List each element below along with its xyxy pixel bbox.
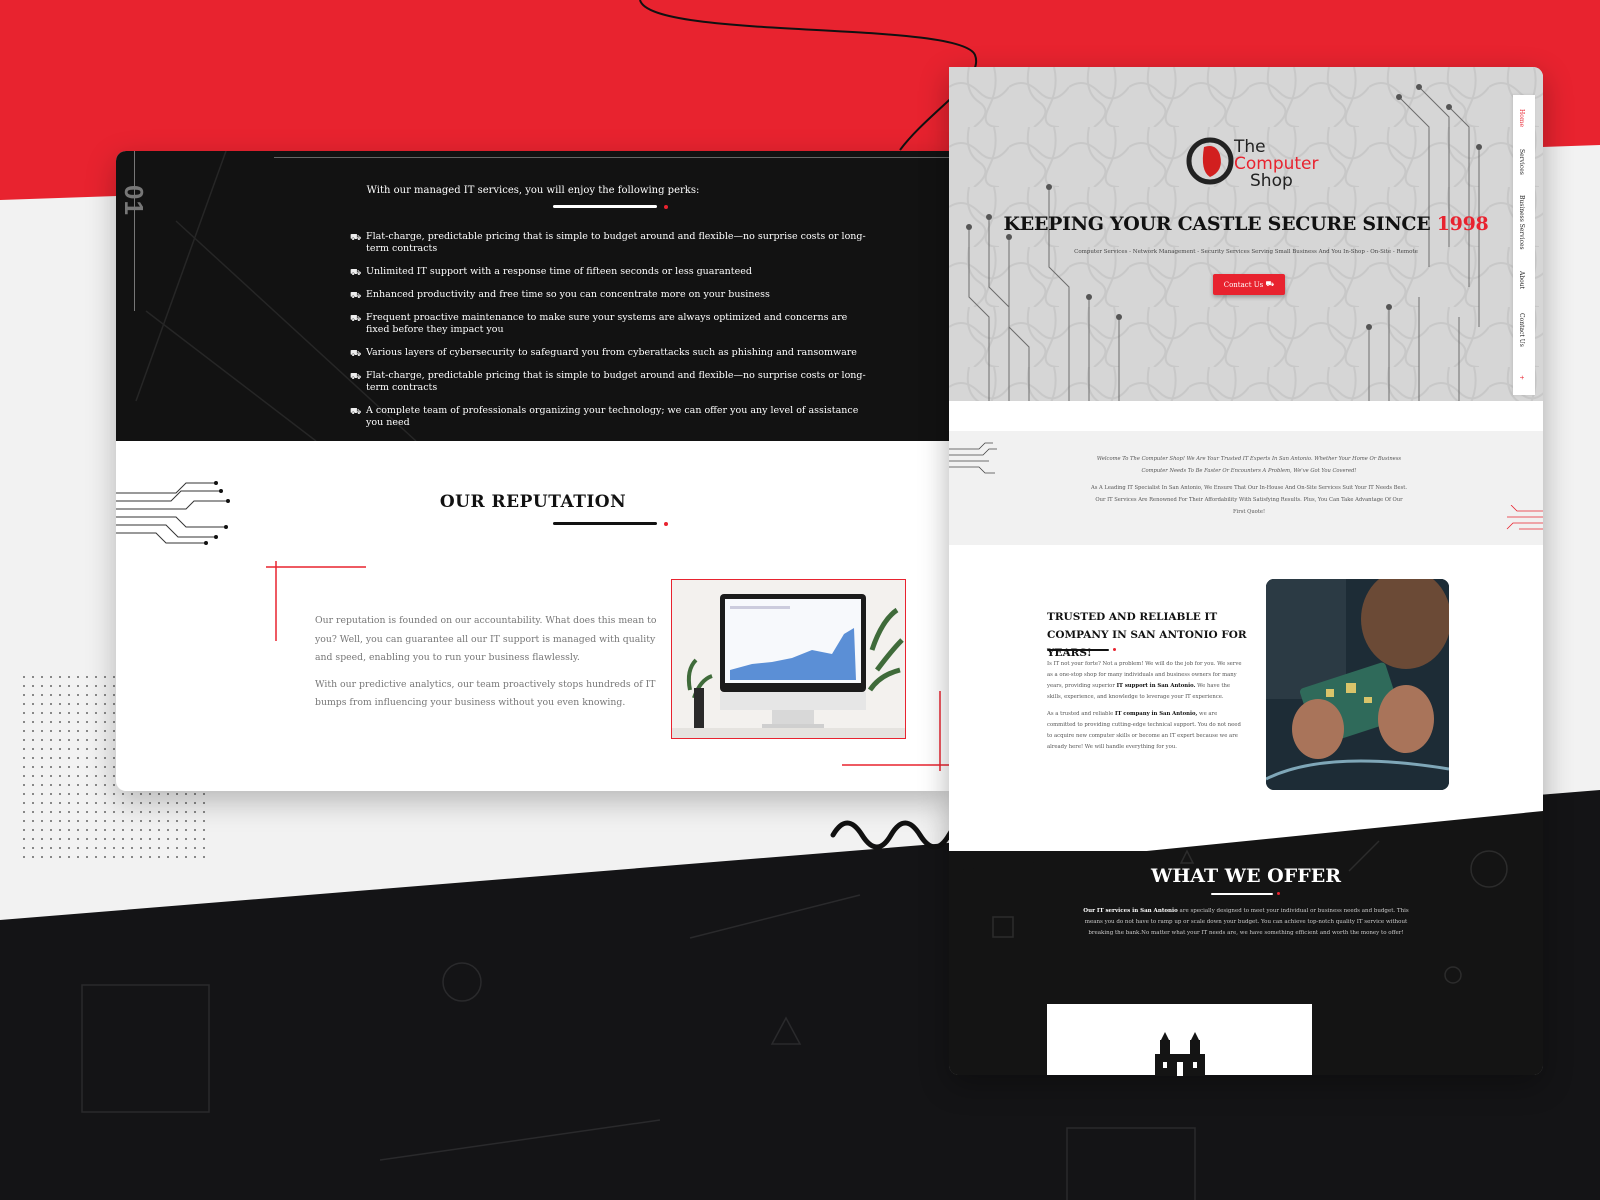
brand-name-line: Shop — [1250, 171, 1293, 191]
trusted-heading: TRUSTED AND RELIABLE IT COMPANY IN SAN A… — [1047, 611, 1247, 659]
trusted-text: Is IT not your forte? Not a problem! We … — [1047, 659, 1245, 759]
hero-title: KEEPING YOUR CASTLE SECURE SINCE 1998 — [949, 213, 1543, 235]
offer-heading: WHAT WE OFFER — [1151, 865, 1341, 887]
welcome-section: Welcome To The Computer Shop! We Are You… — [949, 431, 1543, 545]
vertical-nav: Home Services Business Services About Co… — [1513, 95, 1535, 395]
perk-text: Frequent proactive maintenance to make s… — [366, 312, 848, 335]
list-item: ⛟ Unlimited IT support with a response ti… — [350, 266, 870, 278]
list-item: ⛟ Flat-charge, predictable pricing that i… — [350, 370, 870, 394]
hero-section: The Computer Shop KEEPING YOUR CASTLE SE… — [949, 67, 1543, 401]
perk-text: Flat-charge, predictable pricing that is… — [366, 370, 866, 393]
welcome-intro: Welcome To The Computer Shop! We Are You… — [1096, 456, 1402, 474]
castle-icon — [1155, 1032, 1205, 1076]
nav-item-home[interactable]: Home — [1518, 109, 1525, 127]
perk-text: A complete team of professionals organiz… — [366, 405, 859, 428]
hero-subtitle: Computer Services - Network Management -… — [1074, 249, 1418, 255]
perks-heading: With our managed IT services, you will e… — [366, 185, 700, 196]
hero-title-text: KEEPING YOUR CASTLE SECURE SINCE — [1003, 213, 1431, 235]
corner-bracket-decoration — [842, 691, 950, 771]
hero-title-year: 1998 — [1436, 213, 1489, 235]
nav-item-contact-us[interactable]: Contact Us — [1518, 313, 1525, 347]
technician-photo — [1266, 579, 1449, 790]
circuit-lines-decoration — [949, 442, 997, 474]
perk-text: Various layers of cybersecurity to safeg… — [366, 347, 857, 358]
car-icon: ⛟ — [350, 314, 362, 324]
circuit-lines-decoration — [1506, 505, 1543, 530]
offer-heading-underline — [1211, 893, 1273, 895]
nav-item-business-services[interactable]: Business Services — [1518, 195, 1525, 250]
reputation-text: Our reputation is founded on our account… — [315, 612, 659, 721]
perks-section: 01 With our managed IT services, you wil… — [116, 151, 950, 441]
right-page-preview: The Computer Shop KEEPING YOUR CASTLE SE… — [949, 67, 1543, 1075]
perks-list: ⛟ Flat-charge, predictable pricing that i… — [350, 231, 870, 440]
trusted-text-part: As a trusted and reliable — [1047, 711, 1115, 717]
car-icon: ⛟ — [350, 233, 362, 243]
list-item: ⛟ Various layers of cybersecurity to safe… — [350, 347, 870, 359]
nav-plus-icon: + — [1518, 375, 1525, 381]
underline-dot — [1113, 648, 1116, 651]
underline-dot — [1277, 892, 1280, 895]
car-icon: ⛟ — [1265, 280, 1275, 288]
perk-text: Flat-charge, predictable pricing that is… — [366, 231, 866, 254]
perk-text: Enhanced productivity and free time so y… — [366, 289, 770, 300]
trusted-paragraph: Is IT not your forte? Not a problem! We … — [1047, 659, 1245, 703]
circuit-board-repair-illustration — [1266, 579, 1449, 790]
car-icon: ⛟ — [350, 349, 362, 359]
list-item: ⛟ A complete team of professionals organi… — [350, 405, 870, 429]
perk-text: Unlimited IT support with a response tim… — [366, 266, 752, 277]
nav-item-services[interactable]: Services — [1518, 149, 1525, 175]
trusted-heading-underline — [1047, 649, 1109, 651]
car-icon: ⛟ — [350, 407, 362, 417]
section-number-line — [134, 151, 135, 311]
trusted-text-bold: IT company in San Antonio, — [1114, 711, 1198, 717]
top-rule — [274, 157, 950, 158]
left-page-preview: 01 With our managed IT services, you wil… — [116, 151, 950, 791]
trusted-paragraph: As a trusted and reliable IT company in … — [1047, 709, 1245, 753]
perks-heading-underline — [553, 205, 657, 208]
nav-item-about[interactable]: About — [1518, 271, 1525, 289]
castle-logo-icon — [1186, 137, 1234, 185]
offer-text: Our IT services in San Antonio are speci… — [1074, 906, 1418, 939]
list-item: ⛟ Enhanced productivity and free time so … — [350, 289, 870, 301]
brand-name: The Computer Shop — [1234, 139, 1319, 190]
contact-us-label: Contact Us — [1223, 280, 1264, 289]
car-icon: ⛟ — [350, 372, 362, 382]
contact-us-button[interactable]: Contact Us ⛟ — [1213, 274, 1285, 295]
reputation-paragraph: Our reputation is founded on our account… — [315, 615, 657, 663]
reputation-heading: OUR REPUTATION — [439, 492, 627, 512]
offer-text-bold: Our IT services in San Antonio — [1083, 908, 1178, 914]
underline-dot — [664, 522, 668, 526]
list-item: ⛟ Frequent proactive maintenance to make … — [350, 312, 870, 336]
underline-dot — [664, 205, 668, 209]
car-icon: ⛟ — [350, 291, 362, 301]
list-item: ⛟ Flat-charge, predictable pricing that i… — [350, 231, 870, 255]
car-icon: ⛟ — [350, 268, 362, 278]
welcome-text: As A Leading IT Specialist In San Antoni… — [1090, 485, 1408, 515]
trusted-text-bold: IT support in San Antonio. — [1116, 683, 1196, 689]
reputation-heading-underline — [553, 522, 657, 525]
service-card[interactable] — [1047, 1004, 1312, 1076]
reputation-paragraph: With our predictive analytics, our team … — [315, 678, 656, 709]
brand-logo[interactable]: The Computer Shop — [1186, 135, 1319, 195]
